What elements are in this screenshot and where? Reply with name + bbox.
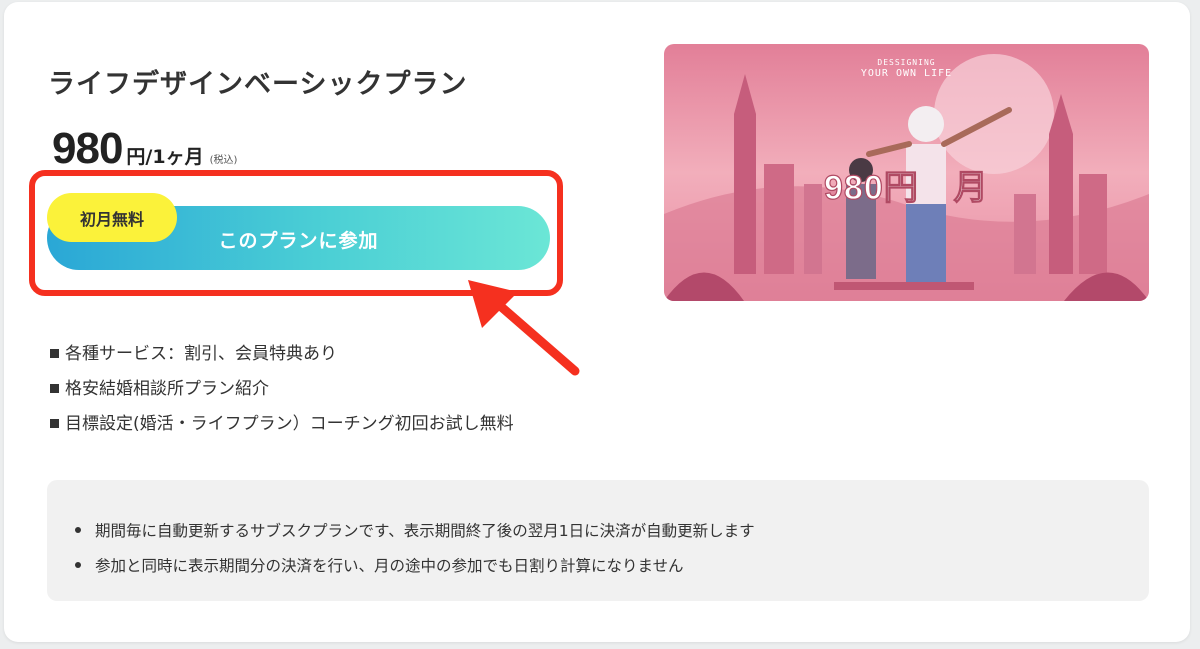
hero-price-text: 980円 月	[823, 168, 989, 207]
price-unit: 円/1ヶ月	[126, 146, 204, 168]
feature-item: 目標設定(婚活・ライフプラン）コーチング初回お試し無料	[50, 406, 514, 441]
hero-caption-line1: DESSIGNING	[877, 58, 936, 67]
notes-box: 期間毎に自動更新するサブスクプランです、表示期間終了後の翌月1日に決済が自動更新…	[47, 480, 1149, 601]
square-bullet-icon	[50, 419, 59, 428]
hero-caption-line2: YOUR OWN LIFE	[860, 68, 953, 79]
bullet-dot-icon	[75, 526, 81, 533]
first-month-free-badge: 初月無料	[47, 193, 177, 242]
bullet-dot-icon	[75, 561, 81, 568]
price-tax-note: (税込)	[209, 155, 238, 166]
feature-item: 格安結婚相談所プラン紹介	[50, 371, 514, 406]
plan-title: ライフデザインベーシックプラン	[48, 69, 468, 100]
feature-item: 各種サービス：割引、会員特典あり	[50, 336, 514, 371]
price-row: 980 円/1ヶ月 (税込)	[52, 124, 237, 174]
price-amount: 980	[52, 124, 123, 173]
notes-list: 期間毎に自動更新するサブスクプランです、表示期間終了後の翌月1日に決済が自動更新…	[75, 512, 755, 582]
feature-list: 各種サービス：割引、会員特典あり 格安結婚相談所プラン紹介 目標設定(婚活・ライ…	[50, 336, 514, 441]
note-item: 参加と同時に表示期間分の決済を行い、月の途中の参加でも日割り計算になりません	[75, 547, 755, 582]
plan-hero-image: DESSIGNING YOUR OWN LIFE 980円 月	[664, 44, 1149, 301]
join-plan-label: このプランに参加	[218, 230, 379, 252]
note-item: 期間毎に自動更新するサブスクプランです、表示期間終了後の翌月1日に決済が自動更新…	[75, 512, 755, 547]
square-bullet-icon	[50, 349, 59, 358]
square-bullet-icon	[50, 384, 59, 393]
